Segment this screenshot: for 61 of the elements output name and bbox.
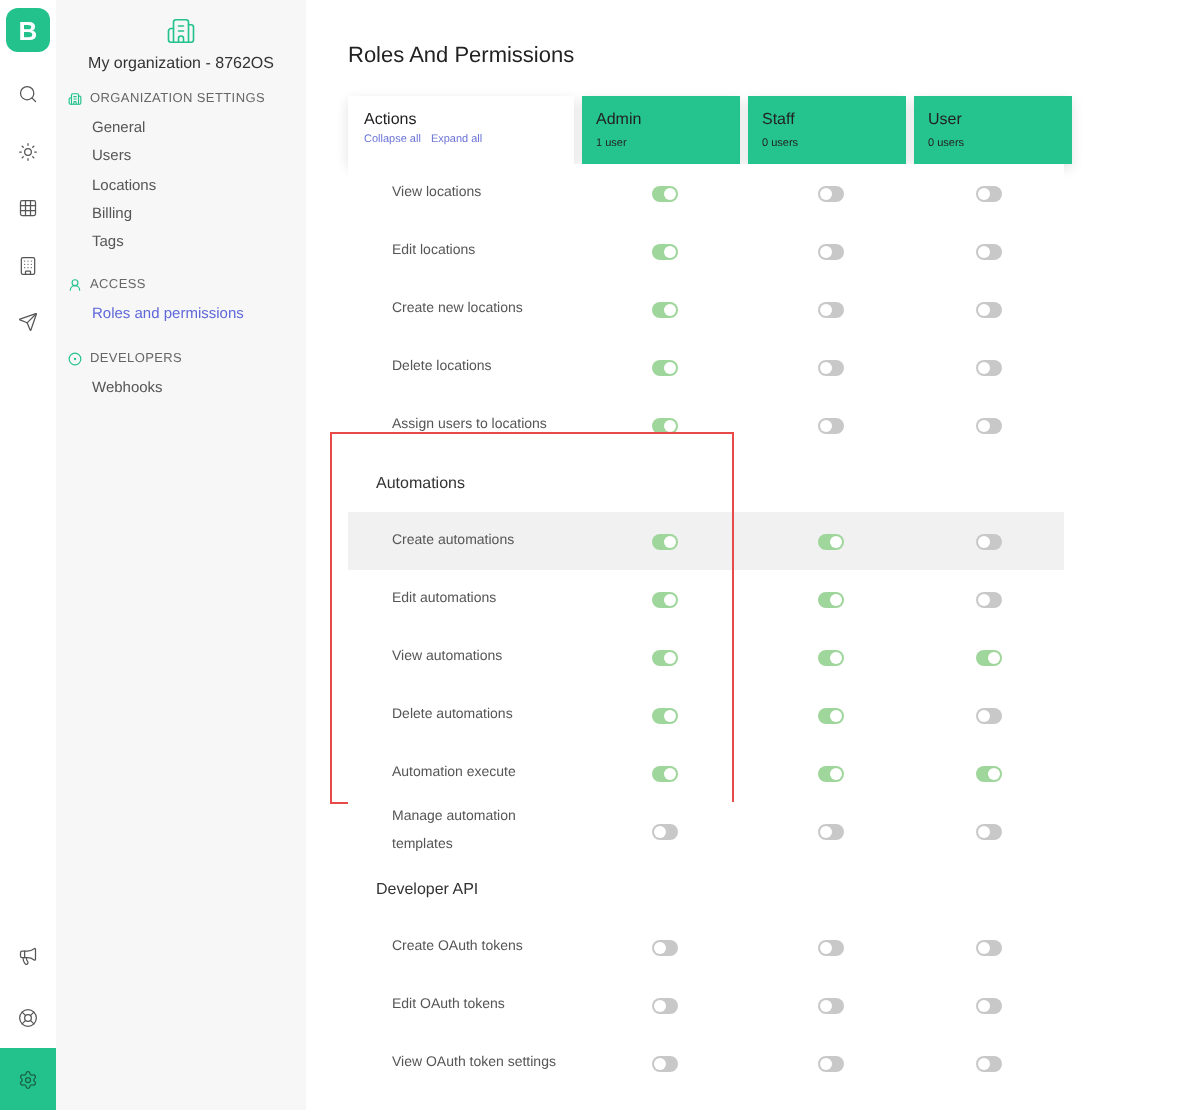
- permission-toggle[interactable]: [818, 707, 844, 723]
- permission-toggle[interactable]: [652, 533, 678, 549]
- permission-toggle[interactable]: [818, 417, 844, 433]
- permission-toggle[interactable]: [976, 997, 1002, 1013]
- permission-toggle[interactable]: [976, 417, 1002, 433]
- megaphone-icon: [18, 945, 38, 965]
- search-icon: [18, 84, 38, 105]
- send-icon: [18, 312, 38, 333]
- permission-toggle[interactable]: [818, 1055, 844, 1071]
- permission-toggle[interactable]: [652, 1055, 678, 1071]
- user-icon: [68, 278, 82, 293]
- permission-toggle[interactable]: [976, 707, 1002, 723]
- permission-toggle[interactable]: [976, 533, 1002, 549]
- permission-toggle[interactable]: [652, 591, 678, 607]
- role-name: User: [928, 110, 964, 128]
- permission-toggle[interactable]: [652, 765, 678, 781]
- permission-toggle[interactable]: [976, 765, 1002, 781]
- lifebuoy-icon: [18, 1007, 38, 1027]
- building-icon: [166, 16, 196, 46]
- permission-toggle[interactable]: [976, 243, 1002, 259]
- permission-toggle[interactable]: [818, 185, 844, 201]
- permission-toggle[interactable]: [976, 939, 1002, 955]
- permission-toggle[interactable]: [652, 417, 678, 433]
- permission-toggle[interactable]: [976, 591, 1002, 607]
- permission-toggle[interactable]: [976, 185, 1002, 201]
- permission-toggle[interactable]: [818, 301, 844, 317]
- organization-name: My organization - 8762OS: [88, 54, 274, 72]
- permission-toggle[interactable]: [652, 823, 678, 839]
- permission-toggle[interactable]: [818, 823, 844, 839]
- permission-toggle[interactable]: [976, 823, 1002, 839]
- permission-toggle[interactable]: [818, 765, 844, 781]
- permission-toggle[interactable]: [652, 939, 678, 955]
- role-name: Admin: [596, 110, 644, 128]
- permission-toggle[interactable]: [818, 359, 844, 375]
- permission-toggle[interactable]: [652, 359, 678, 375]
- permission-toggle[interactable]: [818, 243, 844, 259]
- permission-toggle[interactable]: [976, 649, 1002, 665]
- section-heading: Automations: [374, 472, 467, 496]
- actions-title: Actions: [364, 110, 419, 128]
- permission-toggle[interactable]: [976, 359, 1002, 375]
- settings-icon: [18, 1069, 38, 1089]
- grid-icon: [18, 198, 38, 219]
- building-icon: [18, 255, 38, 276]
- building-icon: [68, 92, 82, 106]
- permission-toggle[interactable]: [818, 997, 844, 1013]
- permission-toggle[interactable]: [818, 533, 844, 549]
- permission-toggle[interactable]: [652, 185, 678, 201]
- role-name: Staff: [762, 110, 797, 128]
- permission-toggle[interactable]: [818, 591, 844, 607]
- permission-toggle[interactable]: [976, 1055, 1002, 1071]
- permission-toggle[interactable]: [652, 301, 678, 317]
- page-title: Roles And Permissions: [348, 44, 577, 68]
- permission-toggle[interactable]: [652, 707, 678, 723]
- permission-toggle[interactable]: [652, 997, 678, 1013]
- section-heading: Developer API: [374, 878, 481, 902]
- permission-toggle[interactable]: [976, 301, 1002, 317]
- permission-toggle[interactable]: [652, 243, 678, 259]
- permission-toggle[interactable]: [818, 649, 844, 665]
- permission-toggle[interactable]: [818, 939, 844, 955]
- permission-toggle[interactable]: [652, 649, 678, 665]
- circle-icon: [68, 351, 82, 366]
